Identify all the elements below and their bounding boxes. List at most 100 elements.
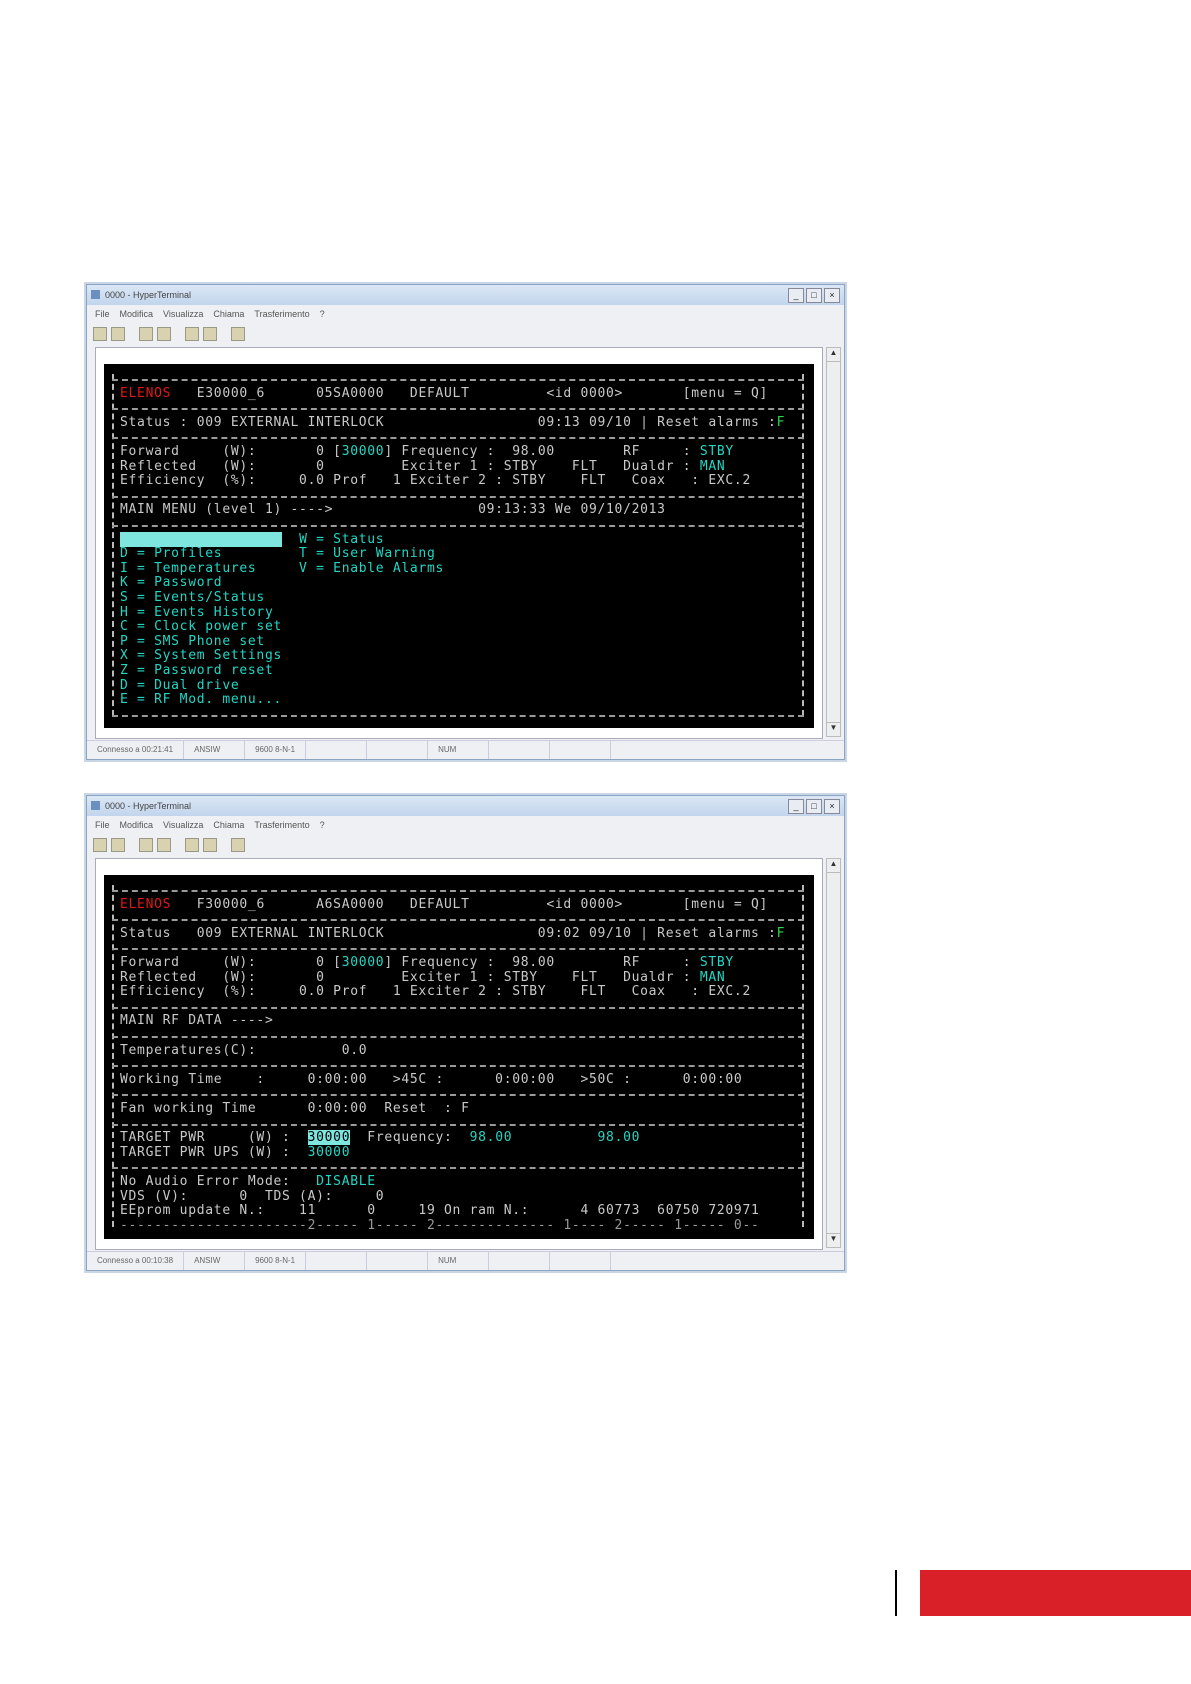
connect-icon[interactable]: [157, 838, 171, 852]
menu-item[interactable]: File: [95, 817, 110, 833]
terminal-text: ] Frequency : 98.00 RF :: [384, 955, 700, 970]
scroll-down-arrow-icon[interactable]: ▼: [827, 722, 840, 736]
hyperterminal-window-main-menu: 0000 - HyperTerminal _ □ × File Modifica Visua…: [86, 284, 845, 760]
menu-item[interactable]: Visualizza: [163, 306, 203, 322]
footer-red-bar: [920, 1570, 1191, 1616]
hyperterminal-window-main-rf-data: 0000 - HyperTerminal _ □ × File Modifica Visua…: [86, 795, 845, 1271]
terminal-text: I = Temperatures V = Enable Alarms: [120, 560, 445, 576]
status-bar-field: ANSIW: [184, 741, 246, 759]
properties-icon[interactable]: [231, 838, 245, 852]
terminal-separator: [112, 890, 804, 892]
terminal-text: Fan working Time 0:00:00 Reset : F: [120, 1101, 470, 1116]
menu-item[interactable]: Visualizza: [163, 817, 203, 833]
scroll-up-arrow-icon[interactable]: ▲: [827, 348, 840, 362]
terminal-text: Forward (W): 0 [: [120, 955, 342, 970]
menu-item[interactable]: Chiama: [213, 817, 244, 833]
terminal-text: MAIN MENU (level 1) ----> 09:13:33 We 09…: [120, 502, 666, 518]
terminal-text: E = RF Mod. menu...: [120, 692, 283, 708]
properties-icon[interactable]: [231, 327, 245, 341]
close-button[interactable]: ×: [824, 288, 840, 303]
window-controls: _ □ ×: [788, 799, 840, 814]
status-bar-field: [489, 1252, 551, 1270]
vertical-scrollbar[interactable]: ▲ ▼: [826, 347, 841, 737]
terminal-line: X = System Settings: [120, 649, 798, 664]
menu-item[interactable]: Chiama: [213, 306, 244, 322]
terminal-text: MAIN RF DATA ---->: [120, 1013, 274, 1029]
terminal-line: Status : 009 EXTERNAL INTERLOCK 09:13 09…: [120, 414, 798, 431]
terminal-text: No Audio Error Mode:: [120, 1174, 317, 1189]
highlighted-field[interactable]: 30000: [307, 1130, 351, 1146]
terminal-separator: [112, 495, 804, 498]
terminal-text: 98.00: [469, 1130, 513, 1146]
toolbar-spacer: [129, 838, 135, 852]
terminal-area[interactable]: ELENOS F30000_6 A6SA0000 DEFAULT <id 000…: [95, 858, 823, 1250]
terminal-text: Status : 009 EXTERNAL INTERLOCK 09:13 09…: [120, 414, 777, 430]
status-bar-field: [367, 741, 429, 759]
status-bar-field: [489, 741, 551, 759]
toolbar-spacer: [175, 838, 181, 852]
terminal-line: C = Clock power set: [120, 619, 798, 635]
close-button[interactable]: ×: [824, 799, 840, 814]
terminal-text: X = System Settings: [120, 648, 283, 664]
maximize-button[interactable]: □: [806, 799, 822, 814]
terminal-text: 30000: [341, 444, 385, 459]
menu-item[interactable]: File: [95, 306, 110, 322]
scroll-up-arrow-icon[interactable]: ▲: [827, 859, 840, 873]
menu-item[interactable]: Trasferimento: [254, 306, 309, 322]
terminal-line: P = SMS Phone set: [120, 634, 798, 650]
terminal-text: ELENOS: [120, 896, 172, 912]
terminal-line: TARGET PWR (W) : 30000 Frequency: 98.00 …: [120, 1130, 798, 1146]
menu-item[interactable]: Trasferimento: [254, 817, 309, 833]
terminal-text: 98.00: [597, 1130, 641, 1146]
menu-item[interactable]: Modifica: [120, 306, 154, 322]
terminal-line: No Audio Error Mode: DISABLE: [120, 1174, 798, 1190]
terminal-line: E = RF Mod. menu...: [120, 692, 798, 708]
disconnect-icon[interactable]: [139, 838, 153, 852]
terminal-text: D = Profiles T = User Warning: [120, 546, 436, 562]
open-icon[interactable]: [111, 838, 125, 852]
send-icon[interactable]: [185, 327, 199, 341]
disconnect-icon[interactable]: [139, 327, 153, 341]
terminal-separator: [112, 1036, 804, 1038]
connect-icon[interactable]: [157, 327, 171, 341]
minimize-button[interactable]: _: [788, 799, 804, 814]
terminal-text: Working Time : 0:00:00 >45C : 0:00:00 >5…: [120, 1071, 743, 1087]
terminal-text: TARGET PWR UPS (W) :: [120, 1144, 308, 1160]
terminal-line: TARGET PWR UPS (W) : 30000: [120, 1144, 798, 1161]
terminal-area[interactable]: ELENOS E30000_6 05SA0000 DEFAULT <id 000…: [95, 347, 823, 739]
terminal-screen[interactable]: ELENOS E30000_6 05SA0000 DEFAULT <id 000…: [104, 364, 814, 728]
terminal-line: MAIN RF DATA ---->: [120, 1014, 798, 1029]
send-icon[interactable]: [185, 838, 199, 852]
status-bar-field: Connesso a 00:21:41: [87, 741, 185, 759]
new-icon[interactable]: [93, 327, 107, 341]
menu-item[interactable]: Modifica: [120, 817, 154, 833]
status-bar: Connesso a 00:10:38 ANSIW 9600 8-N-1 NUM: [87, 1251, 844, 1270]
highlighted-field[interactable]: [120, 531, 283, 547]
vertical-scrollbar[interactable]: ▲ ▼: [826, 858, 841, 1248]
terminal-text: TARGET PWR (W) :: [120, 1130, 308, 1146]
scroll-down-arrow-icon[interactable]: ▼: [827, 1233, 840, 1247]
terminal-line: D = Dual drive: [120, 678, 798, 694]
status-bar-field: NUM: [428, 1252, 490, 1270]
maximize-button[interactable]: □: [806, 288, 822, 303]
menu-item[interactable]: ?: [320, 817, 325, 833]
window-controls: _ □ ×: [788, 288, 840, 303]
open-icon[interactable]: [111, 327, 125, 341]
terminal-screen[interactable]: ELENOS F30000_6 A6SA0000 DEFAULT <id 000…: [104, 875, 814, 1239]
menu-item[interactable]: ?: [320, 306, 325, 322]
terminal-line: ELENOS E30000_6 05SA0000 DEFAULT <id 000…: [120, 386, 798, 402]
toolbar: [93, 835, 245, 855]
terminal-separator: [112, 714, 804, 717]
terminal-text: ] Frequency : 98.00 RF :: [384, 444, 700, 459]
terminal-line: Reflected (W): 0 Exciter 1 : STBY FLT Du…: [120, 459, 798, 475]
terminal-separator: [112, 408, 804, 411]
new-icon[interactable]: [93, 838, 107, 852]
receive-icon[interactable]: [203, 838, 217, 852]
terminal-separator: [112, 1167, 804, 1170]
terminal-line: K = Password: [120, 576, 798, 591]
minimize-button[interactable]: _: [788, 288, 804, 303]
terminal-text: Frequency:: [350, 1130, 470, 1146]
terminal-line: ----------------------2----- 1----- 2---…: [120, 1218, 798, 1234]
receive-icon[interactable]: [203, 327, 217, 341]
